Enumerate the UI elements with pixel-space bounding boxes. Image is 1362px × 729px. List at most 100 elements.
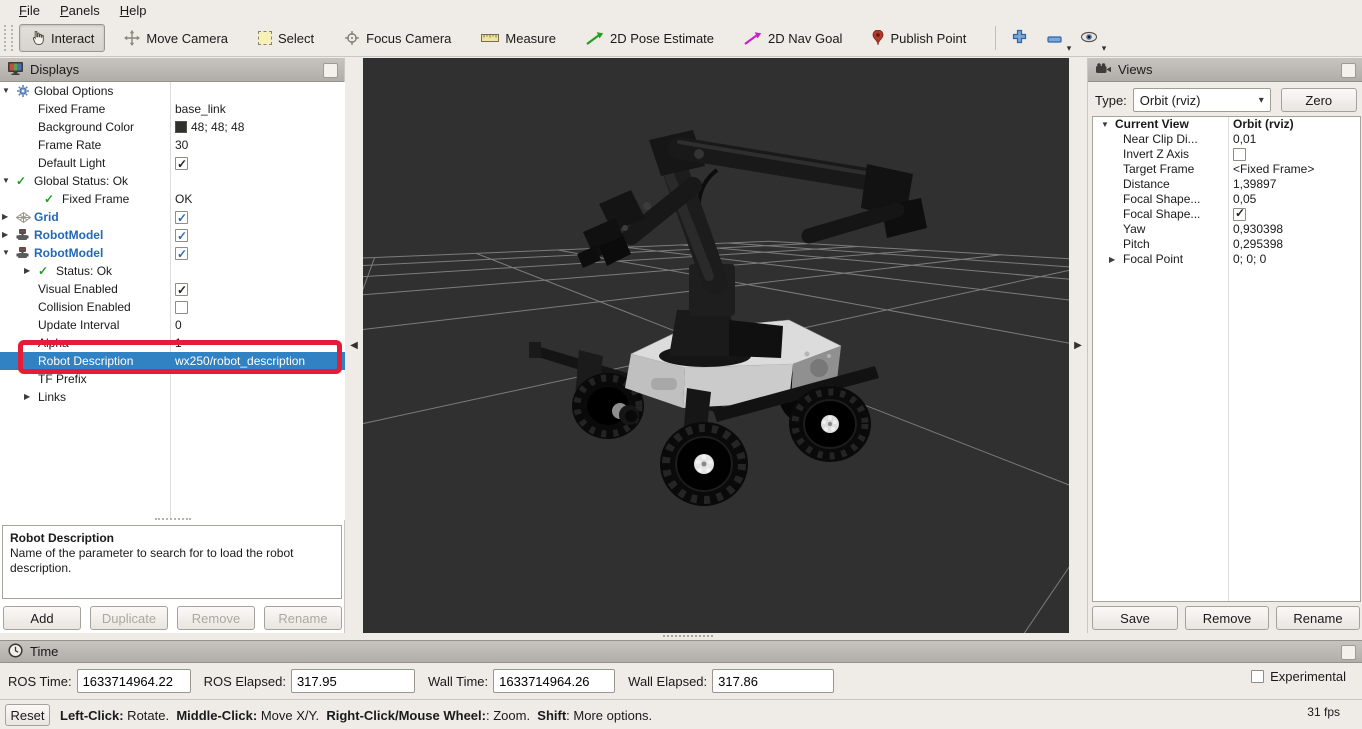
expander-icon[interactable]: ▶ xyxy=(2,208,16,226)
interact-tool[interactable]: Interact xyxy=(19,24,105,52)
tree-row[interactable]: Pitch0,295398 xyxy=(1093,237,1360,252)
description-splitter-handle[interactable] xyxy=(155,518,191,523)
checkbox-checked[interactable]: ✓ xyxy=(1233,208,1246,221)
tree-label: Default Light xyxy=(38,154,105,172)
time-field-input[interactable] xyxy=(712,669,834,693)
views-panel-header[interactable]: Views xyxy=(1088,58,1362,82)
3d-viewport[interactable] xyxy=(363,58,1069,633)
tree-row[interactable]: Default Light ✓ xyxy=(0,154,345,172)
time-field-input[interactable] xyxy=(77,669,191,693)
menu-item-panels[interactable]: Panels xyxy=(51,2,109,19)
expander-icon[interactable]: ▶ xyxy=(1109,252,1123,267)
menu-item-file[interactable]: File xyxy=(10,2,49,19)
chevron-down-icon: ▾ xyxy=(1102,43,1107,54)
checkbox-checked[interactable]: ✓ xyxy=(175,247,188,260)
panel-float-button[interactable] xyxy=(323,63,338,78)
right-splitter[interactable]: ▶ xyxy=(1069,58,1087,633)
tree-row[interactable]: TF Prefix xyxy=(0,370,345,388)
tree-value: base_link xyxy=(175,100,226,118)
time-field-input[interactable] xyxy=(493,669,615,693)
tree-row[interactable]: ▶Links xyxy=(0,388,345,406)
pose-estimate-tool[interactable]: 2D Pose Estimate xyxy=(575,25,725,52)
checkbox-checked[interactable]: ✓ xyxy=(175,229,188,242)
tree-row[interactable]: Focal Shape...✓ xyxy=(1093,207,1360,222)
nav-goal-tool[interactable]: 2D Nav Goal xyxy=(733,25,853,52)
horizontal-splitter[interactable] xyxy=(0,633,1362,640)
checkbox-unchecked[interactable] xyxy=(1233,148,1246,161)
save-button[interactable]: Save xyxy=(1092,606,1178,630)
time-panel-header[interactable]: Time xyxy=(0,640,1362,663)
displays-tree: ▼Global OptionsFixed Framebase_linkBackg… xyxy=(0,82,345,520)
tree-row[interactable]: Visual Enabled✓ xyxy=(0,280,345,298)
expander-icon[interactable]: ▼ xyxy=(2,244,16,262)
tree-value xyxy=(175,301,188,314)
remove-tool-button[interactable]: ▾ xyxy=(1041,25,1067,51)
tree-row[interactable]: ▶✓Status: Ok xyxy=(0,262,345,280)
left-splitter[interactable]: ◀ xyxy=(345,58,363,633)
tree-row[interactable]: Update Interval0 xyxy=(0,316,345,334)
tree-row[interactable]: Robot Descriptionwx250/robot_description xyxy=(0,352,345,370)
tree-row[interactable]: Fixed Framebase_link xyxy=(0,100,345,118)
tree-label: Focal Point xyxy=(1123,252,1183,267)
color-swatch[interactable] xyxy=(175,121,187,133)
panel-float-button[interactable] xyxy=(1341,645,1356,660)
help-segment: Middle-Click: Move X/Y. xyxy=(176,708,326,723)
tree-row[interactable]: Background Color48; 48; 48 xyxy=(0,118,345,136)
expander-icon[interactable]: ▼ xyxy=(2,172,16,190)
panel-float-button[interactable] xyxy=(1341,63,1356,78)
checkbox-checked[interactable]: ✓ xyxy=(175,157,188,170)
move-camera-tool[interactable]: Move Camera xyxy=(113,24,239,52)
chevron-down-icon: ▾ xyxy=(1259,95,1264,106)
tree-row[interactable]: Frame Rate30 xyxy=(0,136,345,154)
tree-row[interactable]: ▼Current ViewOrbit (rviz) xyxy=(1093,117,1360,132)
expander-icon[interactable]: ▼ xyxy=(2,82,16,100)
tree-row[interactable]: Target Frame<Fixed Frame> xyxy=(1093,162,1360,177)
collapse-left-icon[interactable]: ◀ xyxy=(350,340,358,351)
add-tool-button[interactable] xyxy=(1006,25,1032,51)
tree-row[interactable]: Focal Shape...0,05 xyxy=(1093,192,1360,207)
measure-tool[interactable]: Measure xyxy=(470,25,567,52)
tool-visibility-button[interactable]: ▾ xyxy=(1076,25,1102,51)
focus-camera-icon xyxy=(344,30,360,46)
tree-value-text: 0,05 xyxy=(1233,192,1256,207)
tree-row[interactable]: Invert Z Axis xyxy=(1093,147,1360,162)
tree-value: 0; 0; 0 xyxy=(1233,252,1266,267)
tree-row[interactable]: ▼Global Options xyxy=(0,82,345,100)
time-field-input[interactable] xyxy=(291,669,415,693)
toolbar-drag-handle[interactable] xyxy=(4,25,13,51)
checkbox-unchecked[interactable] xyxy=(175,301,188,314)
checkbox-checked[interactable]: ✓ xyxy=(175,211,188,224)
tree-value: 1,39897 xyxy=(1233,177,1276,192)
expander-icon[interactable]: ▶ xyxy=(2,226,16,244)
tree-row[interactable]: ▶RobotModel✓ xyxy=(0,226,345,244)
tree-row[interactable]: Distance1,39897 xyxy=(1093,177,1360,192)
rename-button[interactable]: Rename xyxy=(1276,606,1360,630)
reset-button[interactable]: Reset xyxy=(5,704,50,726)
tree-row[interactable]: Collision Enabled xyxy=(0,298,345,316)
select-tool[interactable]: Select xyxy=(247,25,325,52)
expander-icon[interactable]: ▶ xyxy=(24,262,38,280)
tree-value: Orbit (rviz) xyxy=(1233,117,1294,132)
move-camera-icon xyxy=(124,30,140,46)
checkbox-checked[interactable]: ✓ xyxy=(175,283,188,296)
tree-row[interactable]: Yaw0,930398 xyxy=(1093,222,1360,237)
tree-row[interactable]: ▶Grid✓ xyxy=(0,208,345,226)
publish-point-tool[interactable]: Publish Point xyxy=(861,24,977,52)
view-type-combobox[interactable]: Orbit (rviz) ▾ xyxy=(1133,88,1271,112)
expander-icon[interactable]: ▼ xyxy=(1101,117,1115,132)
tree-row[interactable]: ▼RobotModel✓ xyxy=(0,244,345,262)
tree-row[interactable]: ✓Fixed FrameOK xyxy=(0,190,345,208)
tree-row[interactable]: Near Clip Di...0,01 xyxy=(1093,132,1360,147)
experimental-checkbox[interactable] xyxy=(1251,670,1264,683)
collapse-right-icon[interactable]: ▶ xyxy=(1074,340,1082,351)
displays-panel-header[interactable]: Displays xyxy=(0,58,344,82)
expander-icon[interactable]: ▶ xyxy=(24,388,38,406)
menu-item-help[interactable]: Help xyxy=(111,2,156,19)
focus-camera-tool[interactable]: Focus Camera xyxy=(333,24,462,52)
tree-row[interactable]: Alpha1 xyxy=(0,334,345,352)
zero-button[interactable]: Zero xyxy=(1281,88,1357,112)
add-button[interactable]: Add xyxy=(3,606,81,630)
remove-button[interactable]: Remove xyxy=(1185,606,1269,630)
tree-row[interactable]: ▼✓Global Status: Ok xyxy=(0,172,345,190)
tree-row[interactable]: ▶Focal Point 0; 0; 0 xyxy=(1093,252,1360,267)
